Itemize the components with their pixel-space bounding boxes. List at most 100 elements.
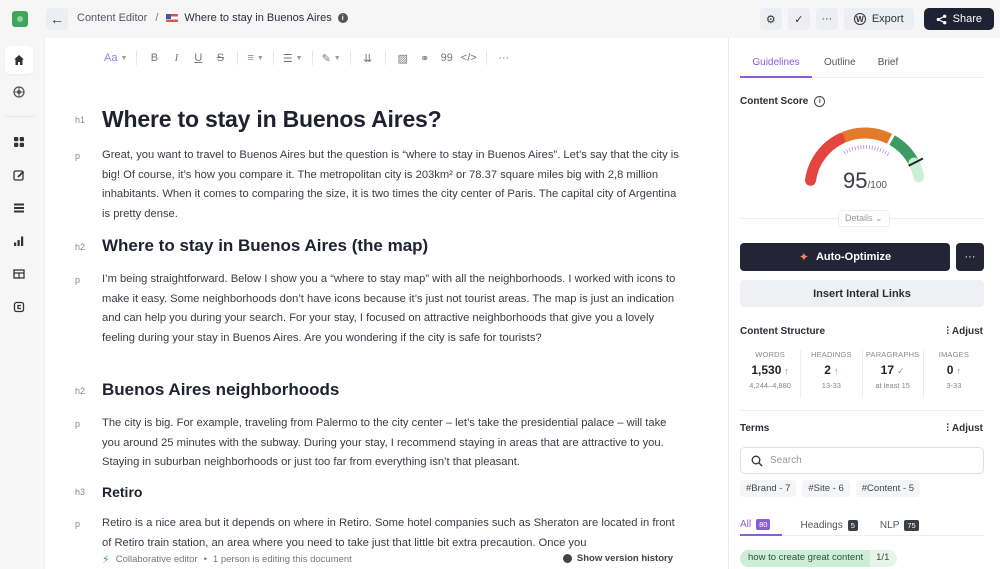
gauge-tick — [876, 147, 879, 152]
settings-button[interactable]: ⚙ — [759, 8, 782, 30]
heading-h1[interactable]: Where to stay in Buenos Aires? — [102, 106, 442, 133]
image-button[interactable]: ▨ — [392, 49, 414, 67]
sidebar-item-table[interactable] — [5, 260, 33, 288]
underline-button[interactable]: U — [187, 49, 209, 67]
chip-site[interactable]: #Site - 6 — [802, 480, 850, 497]
adjust-label: Adjust — [951, 326, 983, 337]
gauge-tick — [879, 148, 882, 153]
search-input[interactable] — [770, 455, 970, 466]
tab-outline[interactable]: Outline — [824, 50, 856, 78]
strikethrough-button[interactable]: S — [209, 49, 231, 67]
heading-h3[interactable]: Retiro — [102, 484, 142, 500]
term-tab-all[interactable]: All 80 — [740, 514, 783, 536]
count-badge: 5 — [847, 519, 858, 531]
sidebar-item-editor[interactable] — [5, 161, 33, 189]
align-left-icon: ≡ — [247, 52, 254, 64]
check-icon: ✓ — [897, 366, 905, 376]
info-icon[interactable]: i — [337, 13, 348, 23]
gauge-tick — [881, 149, 885, 154]
paragraph[interactable]: Retiro is a nice area but it depends on … — [102, 514, 682, 553]
share-label: Share — [952, 13, 982, 25]
highlight-dropdown[interactable]: ✎ ▼ — [319, 49, 344, 67]
content-structure-title: Content Structure — [740, 326, 825, 337]
heading-h2[interactable]: Where to stay in Buenos Aires (the map) — [102, 236, 428, 256]
more-horizontal-icon: ··· — [964, 251, 976, 263]
align-dropdown[interactable]: ≡ ▼ — [244, 49, 266, 67]
chip-content[interactable]: #Content - 5 — [855, 480, 921, 497]
score-value: 95/100 — [795, 168, 935, 194]
link-button[interactable]: ⚭ — [414, 49, 436, 67]
app-logo[interactable] — [12, 11, 28, 27]
stat-number: 2 — [824, 363, 831, 377]
gauge-tick — [884, 150, 887, 155]
stat-words: WORDS 1,530 ↑ 4,244–4,880 — [740, 350, 802, 398]
format-toolbar: Aa ▼ B I U S ≡ ▼ ☰ ▼ ✎ ▼ ⇊ ▨ ⚭ 99 </> ··· — [101, 48, 515, 68]
more-tools-button[interactable]: ··· — [493, 49, 515, 67]
chip-brand[interactable]: #Brand - 7 — [740, 480, 797, 497]
stat-range: at least 15 — [875, 381, 910, 390]
version-history-link[interactable]: Show version history — [562, 553, 673, 564]
insert-below-button[interactable]: ⇊ — [357, 49, 379, 67]
optimize-more-button[interactable]: ··· — [956, 243, 984, 271]
count-badge: 80 — [756, 518, 771, 530]
bold-button[interactable]: B — [143, 49, 165, 67]
text-style-dropdown[interactable]: Aa ▼ — [101, 49, 130, 67]
auto-optimize-button[interactable]: ✦ Auto-Optimize — [740, 243, 950, 271]
arrow-up-icon: ↑ — [833, 366, 839, 376]
content-score-title: Content Score i — [740, 96, 826, 107]
structure-adjust-button[interactable]: ⫶ Adjust — [946, 326, 983, 337]
sidebar-item-globe[interactable] — [5, 78, 33, 106]
stat-headings: HEADINGS 2 ↑ 13-33 — [801, 350, 863, 398]
tab-brief[interactable]: Brief — [878, 50, 899, 78]
sidebar-item-home[interactable] — [5, 46, 33, 74]
stat-range: 3-33 — [946, 381, 962, 390]
check-button[interactable]: ✓ — [787, 8, 810, 30]
block-tag: p — [75, 275, 81, 285]
top-bar: ← Content Editor / Where to stay in Buen… — [0, 0, 1000, 38]
insert-internal-links-button[interactable]: Insert Interal Links — [740, 280, 984, 307]
details-dropdown[interactable]: Details ⌄ — [838, 210, 890, 227]
toolbar-divider — [237, 51, 239, 65]
info-icon[interactable]: i — [814, 96, 826, 107]
terms-adjust-button[interactable]: ⫶ Adjust — [946, 423, 983, 434]
stat-value: 0 ↑ — [924, 363, 984, 377]
paint-brush-icon: ✎ — [321, 52, 331, 65]
block-tag: h2 — [75, 242, 86, 252]
stat-value: 17 ✓ — [863, 363, 923, 377]
chevron-down-icon: ⌄ — [875, 213, 883, 223]
gauge-segment-orange — [842, 127, 892, 144]
sidebar-item-list[interactable] — [5, 194, 33, 222]
paragraph[interactable]: Great, you want to travel to Buenos Aire… — [102, 146, 682, 224]
paragraph[interactable]: I’m being straightforward. Below I show … — [102, 270, 682, 348]
content-score-gauge: 95/100 — [795, 120, 935, 205]
sidebar-item-analytics[interactable] — [5, 227, 33, 255]
tab-label: All — [740, 518, 752, 530]
more-button[interactable]: ··· — [815, 8, 838, 30]
term-pill[interactable]: how to create great content 1/1 — [740, 550, 898, 567]
italic-button[interactable]: I — [165, 49, 187, 67]
heading-h2[interactable]: Buenos Aires neighborhoods — [102, 380, 339, 400]
export-button[interactable]: W Export — [843, 8, 914, 30]
editor-area[interactable]: Aa ▼ B I U S ≡ ▼ ☰ ▼ ✎ ▼ ⇊ ▨ ⚭ 99 </> ··· h1… — [44, 38, 729, 569]
ordered-list-icon: ☰ — [282, 52, 293, 65]
tab-guidelines[interactable]: Guidelines — [740, 50, 812, 78]
guidelines-panel: Guidelines Outline Brief Content Score i… — [728, 38, 1000, 569]
paragraph[interactable]: The city is big. For example, traveling … — [102, 414, 682, 473]
sidebar-item-audit[interactable] — [5, 293, 33, 321]
list-dropdown[interactable]: ☰ ▼ — [280, 49, 306, 67]
term-tab-headings[interactable]: Headings 5 — [800, 514, 858, 536]
code-button[interactable]: </> — [458, 49, 480, 67]
terms-title: Terms — [740, 423, 770, 434]
quote-button[interactable]: 99 — [436, 49, 458, 67]
term-tab-nlp[interactable]: NLP 75 — [880, 514, 919, 536]
stat-label: WORDS — [755, 350, 785, 359]
back-button[interactable]: ← — [46, 8, 68, 30]
breadcrumb-root[interactable]: Content Editor — [77, 12, 147, 24]
sidebar-item-dashboard[interactable] — [5, 128, 33, 156]
arrow-up-icon: ↑ — [784, 366, 789, 376]
insert-line-icon: ⇊ — [363, 52, 373, 65]
share-button[interactable]: Share — [923, 8, 994, 30]
gauge-ticks — [843, 145, 890, 156]
terms-search[interactable] — [740, 447, 984, 474]
us-flag-icon — [166, 14, 179, 22]
